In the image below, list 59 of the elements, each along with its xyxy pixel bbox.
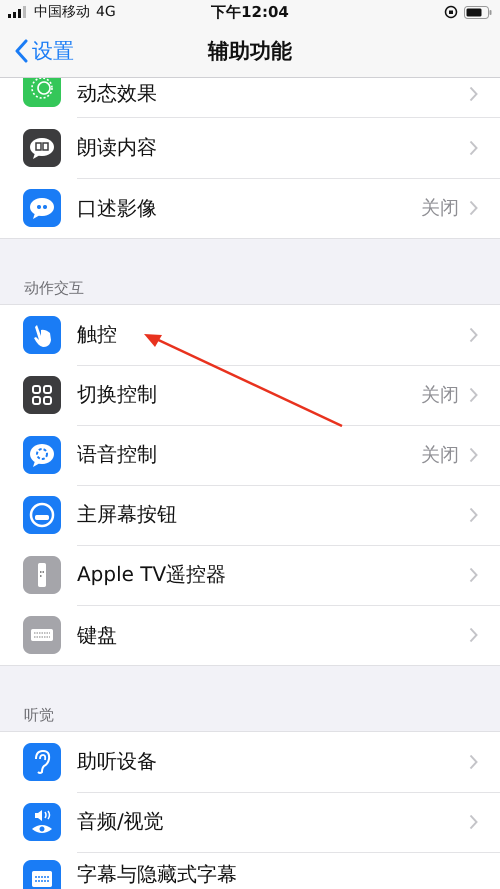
row-label: 口述影像	[77, 194, 158, 222]
row-label: 助听设备	[77, 748, 158, 775]
settings-row[interactable]: 触控	[0, 305, 500, 365]
row-label: 字幕与隐藏式字幕	[77, 861, 238, 888]
quote-bubble-icon	[23, 189, 61, 227]
chevron-icon	[469, 386, 478, 402]
grid-icon	[23, 376, 61, 414]
chevron-icon	[469, 86, 478, 102]
chevron-icon	[469, 627, 478, 643]
row-label: 触控	[77, 321, 118, 348]
row-label: 切换控制	[77, 381, 158, 408]
row-label: 主屏幕按钮	[77, 501, 178, 528]
row-label: 音频/视觉	[77, 808, 165, 835]
settings-row[interactable]: 键盘	[0, 605, 500, 665]
clock: 下午12:04	[211, 2, 289, 22]
chevron-icon	[469, 754, 478, 770]
battery-icon	[464, 6, 492, 18]
chevron-icon	[469, 814, 478, 830]
speech-bubble-icon	[23, 129, 61, 167]
settings-row[interactable]: 切换控制 关闭	[0, 365, 500, 425]
network-type: 4G	[96, 4, 116, 20]
ear-icon	[23, 743, 61, 781]
settings-row[interactable]: Apple TV遥控器	[0, 545, 500, 605]
row-label: 朗读内容	[77, 134, 158, 161]
row-label: 键盘	[77, 622, 118, 648]
section-header: 动作交互	[24, 281, 84, 296]
row-label: 动态效果	[77, 80, 158, 107]
chevron-icon	[469, 140, 478, 156]
chevron-icon	[469, 506, 478, 522]
settings-row[interactable]: 助听设备	[0, 732, 500, 792]
keyboard-icon	[23, 616, 61, 654]
row-label: 语音控制	[77, 441, 158, 468]
row-value: 关闭	[421, 442, 459, 468]
back-button[interactable]: 设置	[14, 37, 74, 65]
signal-icon	[8, 6, 28, 18]
settings-row[interactable]: 主屏幕按钮	[0, 485, 500, 545]
row-label: Apple TV遥控器	[77, 561, 228, 588]
settings-row[interactable]: 音频/视觉	[0, 792, 500, 852]
rotation-lock-icon	[444, 5, 458, 19]
row-value: 关闭	[421, 382, 459, 408]
settings-row[interactable]: 动态效果	[0, 78, 500, 118]
settings-row[interactable]: 朗读内容	[0, 118, 500, 178]
chevron-icon	[469, 446, 478, 462]
chevron-icon	[469, 326, 478, 342]
home-button-icon	[23, 496, 61, 534]
row-value: 关闭	[421, 196, 459, 221]
settings-row[interactable]: 字幕与隐藏式字幕	[0, 852, 500, 889]
settings-row[interactable]: 口述影像 关闭	[0, 178, 500, 238]
settings-row[interactable]: 语音控制 关闭	[0, 425, 500, 485]
speaker-eye-icon	[23, 803, 61, 841]
section-header: 听觉	[24, 708, 54, 723]
chevron-icon	[469, 200, 478, 216]
hand-icon	[23, 316, 61, 354]
back-chevron-icon	[14, 39, 28, 63]
chevron-icon	[469, 566, 478, 582]
carrier-name: 中国移动	[34, 3, 90, 21]
speech-bubble-icon	[23, 436, 61, 474]
page-title: 辅助功能	[208, 39, 292, 63]
remote-icon	[23, 556, 61, 594]
